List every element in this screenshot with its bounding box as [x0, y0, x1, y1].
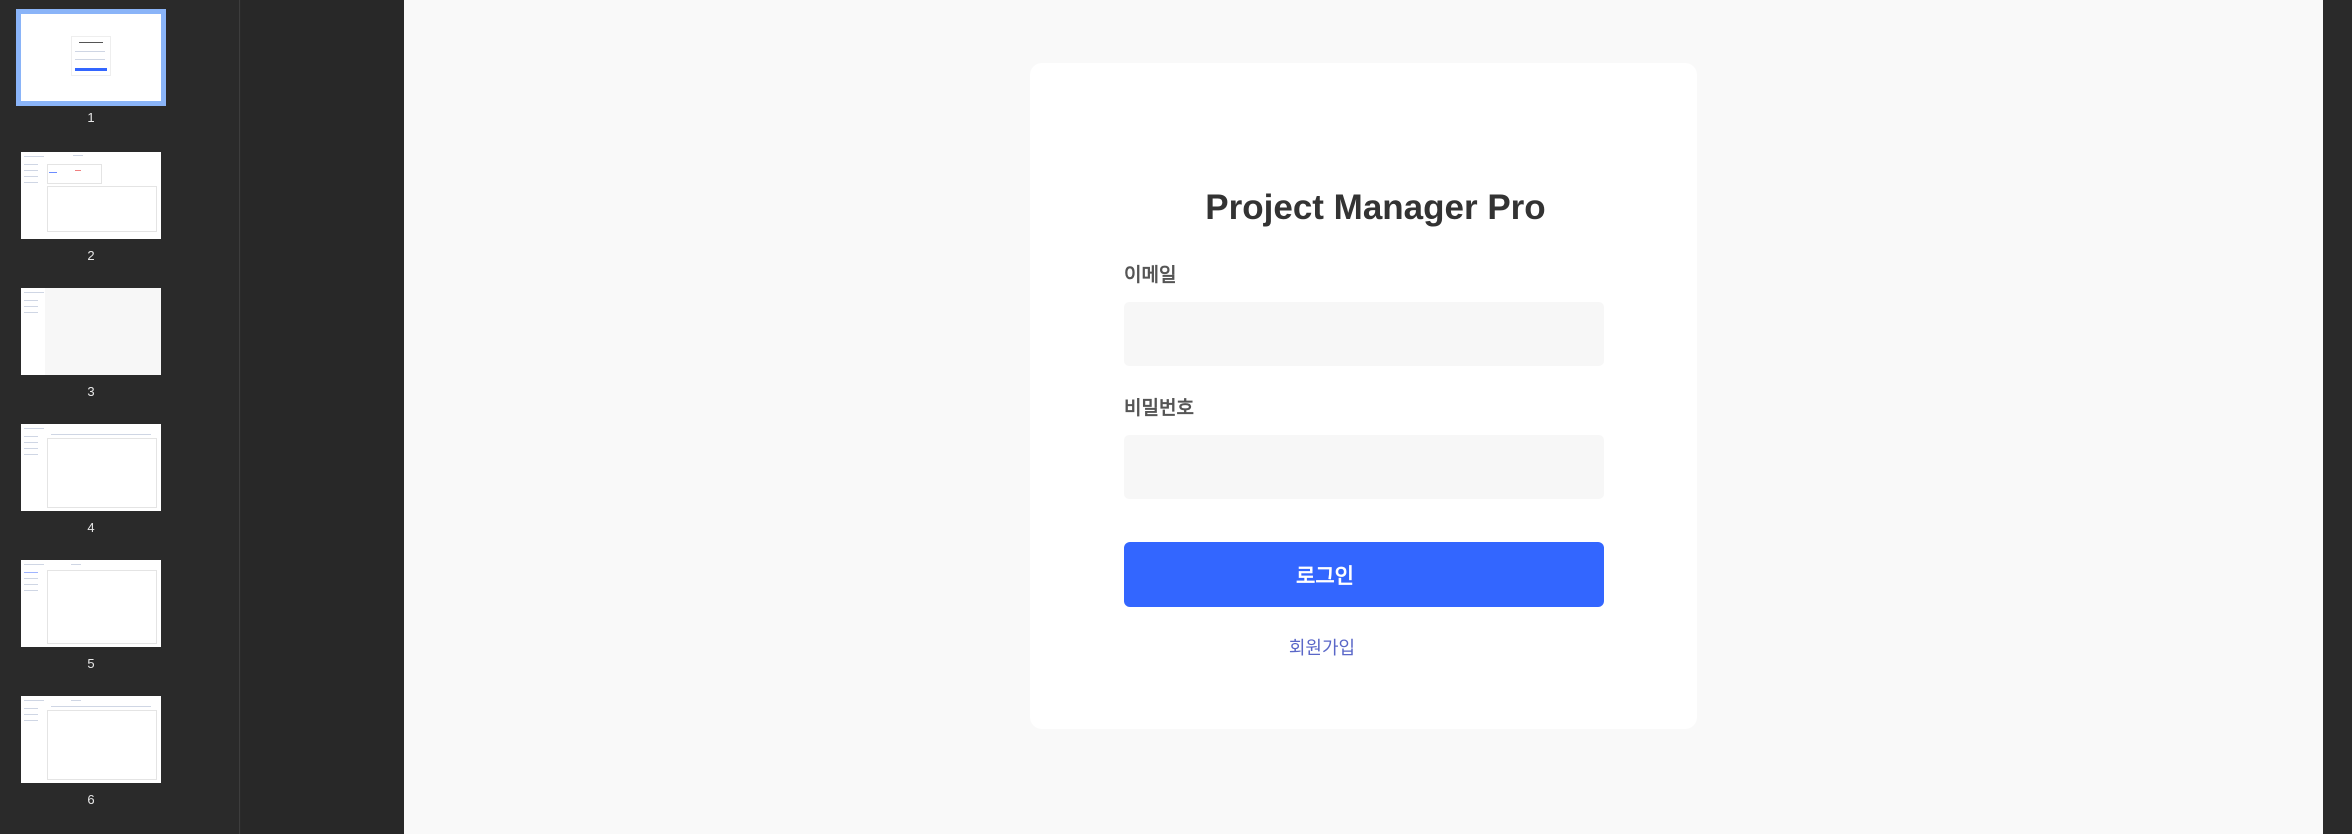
password-label: 비밀번호: [1124, 397, 1194, 419]
thumbnail-page-number: 2: [87, 248, 95, 263]
document-page: Project Manager Pro: [404, 0, 2323, 834]
email-label: 이메일: [1124, 264, 1177, 286]
signup-link[interactable]: 회원가입: [1124, 634, 1604, 660]
thumbnail-preview[interactable]: [21, 424, 161, 511]
thumbnail-preview[interactable]: [21, 288, 161, 375]
viewer-right-edge: [2323, 0, 2352, 834]
password-field[interactable]: [1124, 435, 1604, 499]
thumbnail-sidebar[interactable]: 1 2 3 4 5 6: [0, 0, 240, 834]
thumbnail-page-number: 5: [87, 656, 95, 671]
thumbnail-preview[interactable]: [16, 9, 166, 106]
thumbnail-preview[interactable]: [21, 152, 161, 239]
thumbnail-page-number: 4: [87, 520, 95, 535]
thumbnail-page-3[interactable]: 3: [21, 288, 161, 399]
thumbnail-page-2[interactable]: 2: [21, 152, 161, 263]
thumbnail-page-4[interactable]: 4: [21, 424, 161, 535]
thumbnail-page-1[interactable]: 1: [16, 9, 166, 125]
pdf-viewer: 1 2 3 4 5 6 Project Manager Pro 이메일 비밀번호…: [0, 0, 2352, 834]
thumbnail-page-6[interactable]: 6: [21, 696, 161, 807]
thumbnail-page-5[interactable]: 5: [21, 560, 161, 671]
viewer-gutter: [241, 0, 404, 834]
email-field[interactable]: [1124, 302, 1604, 366]
login-button[interactable]: 로그인: [1124, 542, 1604, 607]
thumbnail-page-number: 1: [87, 110, 95, 125]
thumbnail-page-number: 6: [87, 792, 95, 807]
thumbnail-preview[interactable]: [21, 696, 161, 783]
thumbnail-page-number: 3: [87, 384, 95, 399]
thumbnail-preview[interactable]: [21, 560, 161, 647]
app-title: Project Manager Pro: [1205, 188, 1546, 227]
